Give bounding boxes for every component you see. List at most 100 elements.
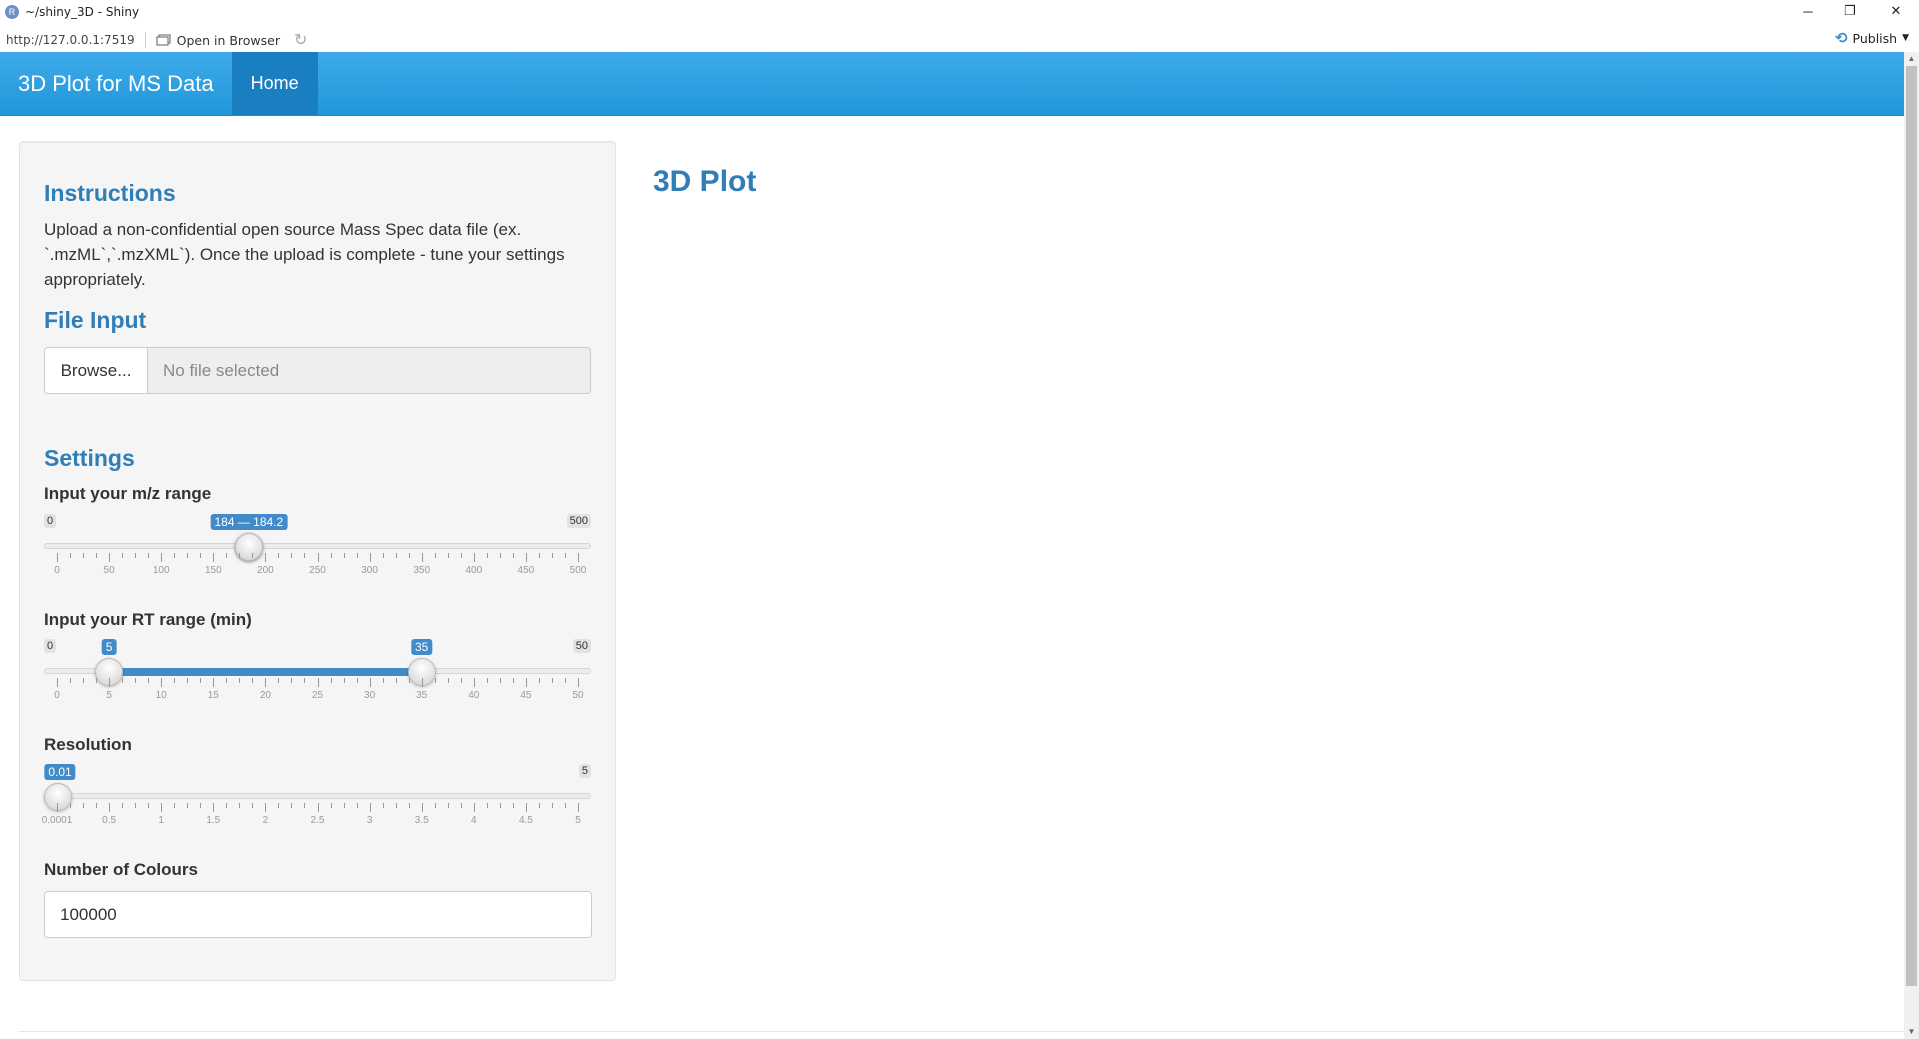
- app-navbar: 3D Plot for MS Data Home: [0, 52, 1904, 116]
- slider-tick-label: 2: [262, 815, 269, 826]
- instructions-text: Upload a non-confidential open source Ma…: [44, 220, 565, 289]
- slider-minor-tick: [447, 553, 449, 558]
- slider-minor-tick: [356, 553, 358, 558]
- slider-major-tick: [473, 803, 475, 812]
- slider-minor-tick: [499, 803, 501, 808]
- slider-major-tick: [265, 803, 267, 812]
- divider: [19, 1031, 1904, 1032]
- slider-major-tick: [109, 803, 111, 812]
- slider-minor-tick: [447, 678, 449, 683]
- refresh-icon[interactable]: ↻: [294, 30, 307, 50]
- plot-title: 3D Plot: [653, 165, 757, 198]
- slider-tick-label: 300: [361, 565, 378, 576]
- slider-major-tick: [421, 553, 423, 562]
- slider-tick-label: 150: [204, 565, 222, 576]
- scroll-down-icon[interactable]: ▼: [1904, 1025, 1919, 1039]
- slider-track[interactable]: [44, 543, 591, 549]
- slider-minor-tick: [70, 553, 72, 558]
- slider-major-tick: [525, 553, 527, 562]
- slider-minor-tick: [187, 803, 189, 808]
- slider-minor-tick: [96, 678, 98, 683]
- slider-minor-tick: [252, 678, 254, 683]
- slider-minor-tick: [434, 553, 436, 558]
- slider-minor-tick: [96, 803, 98, 808]
- slider-minor-tick: [564, 678, 566, 683]
- slider-minor-tick: [291, 553, 293, 558]
- scroll-up-icon[interactable]: ▲: [1904, 52, 1919, 66]
- colours-input[interactable]: 100000: [44, 891, 592, 938]
- slider-tick-label: 2.5: [310, 815, 325, 826]
- close-button[interactable]: ✕: [1874, 0, 1918, 22]
- slider-minor-tick: [551, 553, 553, 558]
- slider-value-label: 184 — 184.2: [210, 514, 288, 530]
- navbar-brand[interactable]: 3D Plot for MS Data: [0, 52, 232, 115]
- slider-tick-label: 450: [517, 565, 535, 576]
- open-browser-icon: [156, 34, 171, 46]
- slider-track[interactable]: [44, 793, 591, 799]
- slider-major-tick: [317, 678, 319, 687]
- open-in-browser-button[interactable]: Open in Browser: [156, 33, 280, 48]
- slider-minor-tick: [83, 553, 85, 558]
- slider-minor-tick: [70, 678, 72, 683]
- slider-tick-label: 1.5: [206, 815, 221, 826]
- slider-minor-tick: [499, 553, 501, 558]
- slider-tick-label: 500: [569, 565, 587, 576]
- slider-minor-tick: [278, 678, 280, 683]
- slider-tick-label: 50: [103, 565, 115, 576]
- restore-button[interactable]: ❐: [1828, 0, 1872, 22]
- slider-minor-tick: [278, 553, 280, 558]
- slider-minor-tick: [486, 553, 488, 558]
- slider-major-tick: [213, 803, 215, 812]
- slider-handle[interactable]: [44, 783, 73, 811]
- slider-minor-tick: [174, 553, 176, 558]
- toolbar-divider: [144, 32, 146, 48]
- slider-minor-tick: [460, 678, 462, 683]
- slider-tick-label: 5: [106, 690, 112, 701]
- file-name-field[interactable]: No file selected: [148, 347, 591, 394]
- slider-minor-tick: [447, 803, 449, 808]
- slider-minor-tick: [239, 803, 241, 808]
- slider-minor-tick: [538, 678, 540, 683]
- slider-tick-label: 200: [257, 565, 274, 576]
- rt-range-slider[interactable]: 0 50 5 35 0 5 10 15 20 25 30 35 40 45 50: [44, 639, 591, 709]
- scrollbar-thumb[interactable]: [1906, 66, 1917, 986]
- resolution-slider[interactable]: 5 0.01 0.0001 0.5 1 1.5 2 2.5 3 3.5 4 4.5 5: [42, 764, 591, 834]
- browse-button[interactable]: Browse...: [44, 347, 148, 394]
- slider-tick-label: 3.5: [414, 815, 429, 826]
- slider-minor-tick: [434, 678, 436, 683]
- slider-tick-label: 4: [471, 815, 477, 826]
- slider-tick-label: 10: [155, 690, 167, 701]
- minimize-button[interactable]: ─: [1786, 0, 1830, 22]
- slider-tick-label: 5: [575, 815, 581, 826]
- sidebar-panel: Instructions Upload a non-confidential o…: [19, 141, 616, 981]
- slider-major-tick: [525, 678, 527, 687]
- slider-major-tick: [317, 803, 319, 812]
- slider-major-tick: [369, 803, 371, 812]
- slider-minor-tick: [395, 803, 397, 808]
- slider-minor-tick: [408, 678, 410, 683]
- mz-range-slider[interactable]: 0 500 184 — 184.2 0 50 100 150 200 250 300 350 4…: [44, 514, 591, 584]
- slider-tick-label: 400: [465, 565, 483, 576]
- slider-minor-tick: [252, 803, 254, 808]
- slider-minor-tick: [408, 803, 410, 808]
- slider-minor-tick: [200, 553, 202, 558]
- slider-minor-tick: [252, 553, 254, 558]
- slider-minor-tick: [135, 553, 137, 558]
- slider-major-tick: [57, 803, 58, 812]
- publish-button[interactable]: ⟲ Publish ▼: [1835, 29, 1909, 47]
- slider-major-tick: [265, 553, 267, 562]
- slider-minor-tick: [187, 678, 189, 683]
- slider-major-tick: [57, 553, 58, 562]
- tab-home[interactable]: Home: [231, 52, 318, 115]
- slider-minor-tick: [330, 803, 332, 808]
- slider-major-tick: [578, 678, 579, 687]
- slider-major-tick: [578, 553, 579, 562]
- slider-minor-tick: [304, 553, 306, 558]
- slider-minor-tick: [460, 553, 462, 558]
- slider-minor-tick: [512, 553, 514, 558]
- vertical-scrollbar[interactable]: ▲ ▼: [1904, 52, 1919, 1039]
- file-input-group: Browse... No file selected: [44, 347, 591, 394]
- slider-major-tick: [213, 678, 215, 687]
- slider-minor-tick: [382, 553, 384, 558]
- slider-major-tick: [421, 678, 423, 687]
